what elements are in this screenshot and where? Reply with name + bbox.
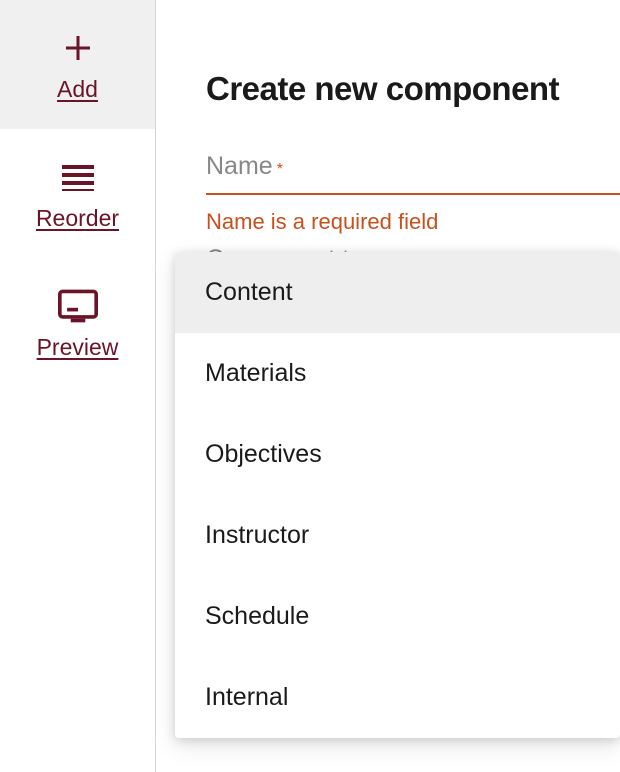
component-type-dropdown: Content Materials Objectives Instructor …	[175, 252, 620, 738]
name-field-error: Name is a required field	[206, 209, 620, 235]
sidebar-item-label: Reorder	[36, 205, 119, 232]
dropdown-option-instructor[interactable]: Instructor	[175, 495, 620, 576]
page-title: Create new component	[206, 70, 620, 108]
required-indicator: *	[277, 161, 283, 179]
reorder-icon	[58, 157, 98, 197]
dropdown-option-schedule[interactable]: Schedule	[175, 576, 620, 657]
name-field-underline	[206, 193, 620, 195]
sidebar-item-label: Preview	[37, 334, 119, 361]
dropdown-option-objectives[interactable]: Objectives	[175, 414, 620, 495]
plus-icon	[58, 28, 98, 68]
sidebar: Add Reorder Preview	[0, 0, 156, 772]
sidebar-item-add[interactable]: Add	[0, 0, 155, 129]
dropdown-option-materials[interactable]: Materials	[175, 333, 620, 414]
sidebar-item-preview[interactable]: Preview	[0, 258, 155, 387]
preview-icon	[58, 286, 98, 326]
sidebar-item-label: Add	[57, 76, 98, 103]
dropdown-option-content[interactable]: Content	[175, 252, 620, 333]
name-field-label: Name	[206, 152, 273, 181]
sidebar-item-reorder[interactable]: Reorder	[0, 129, 155, 258]
dropdown-option-internal[interactable]: Internal	[175, 657, 620, 738]
name-field[interactable]: Name * Name is a required field	[206, 152, 620, 235]
